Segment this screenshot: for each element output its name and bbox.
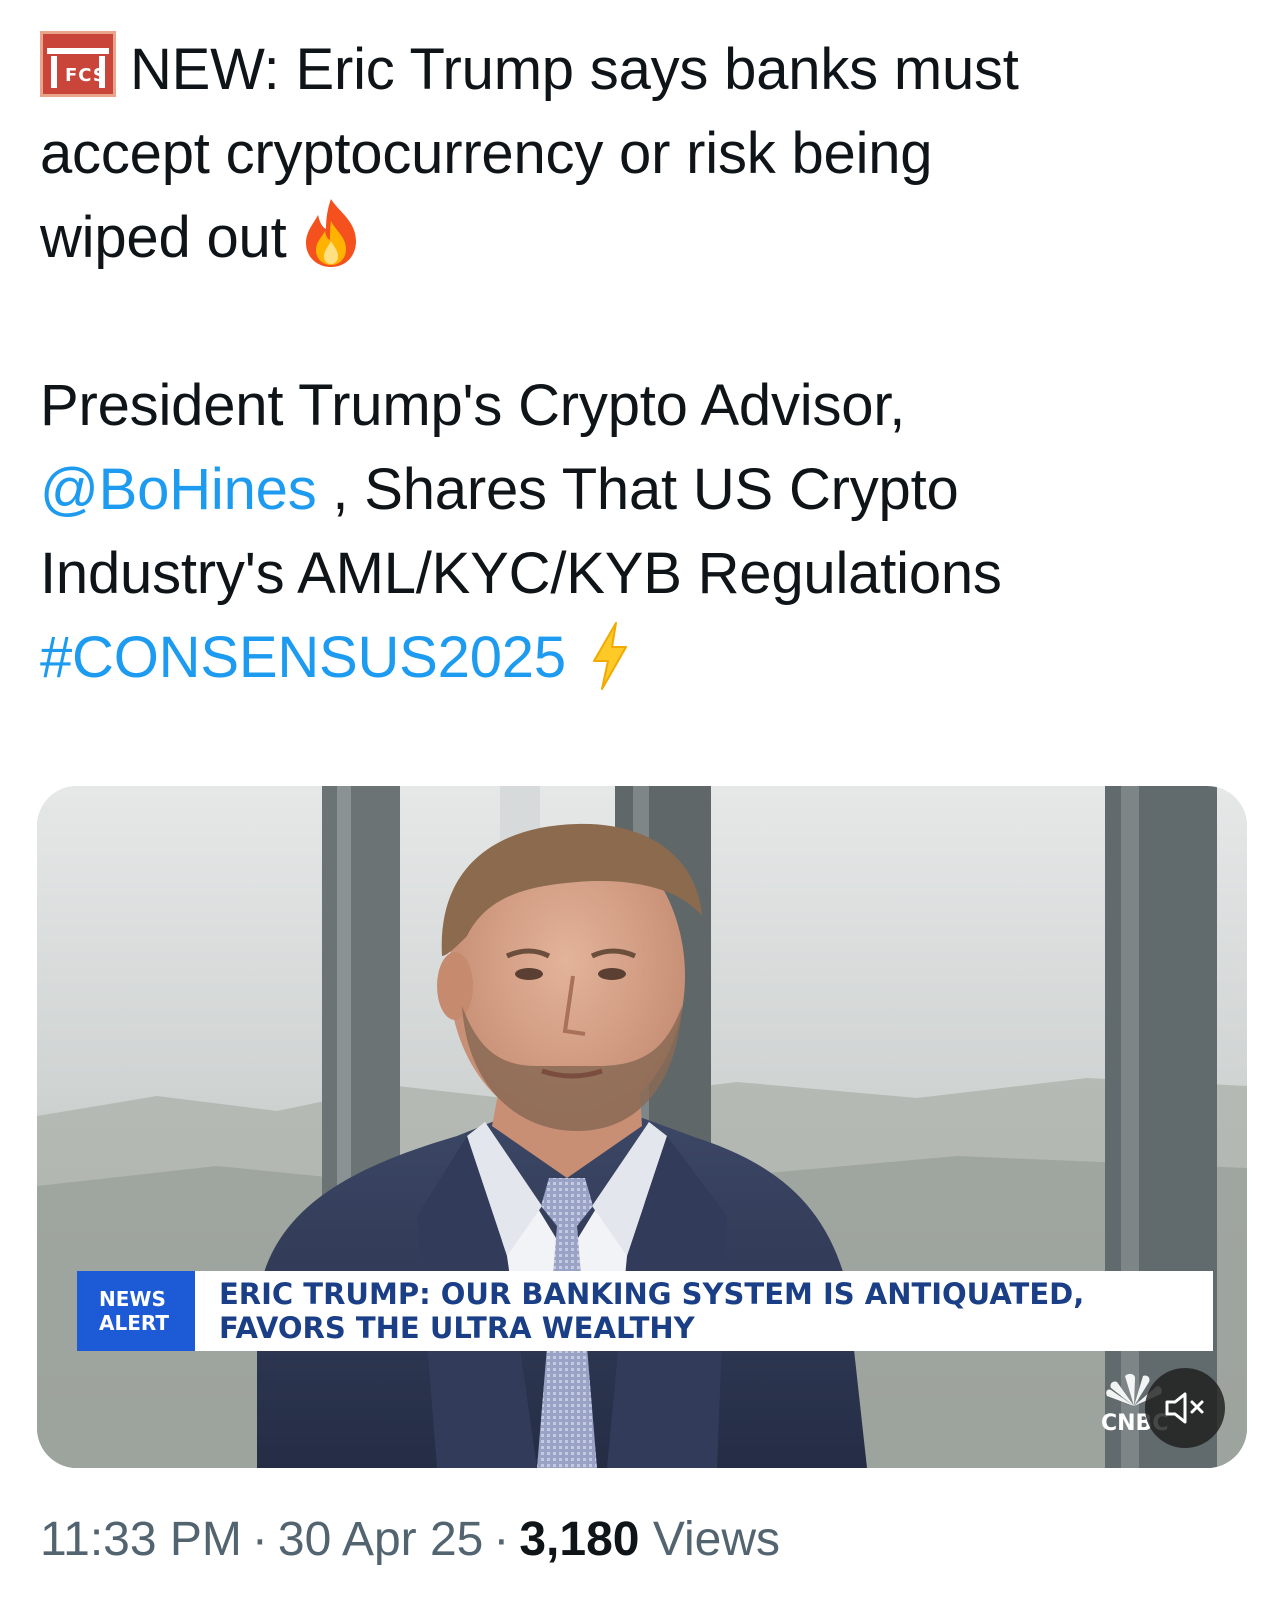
news-headline: ERIC TRUMP: OUR BANKING SYSTEM IS ANTIQU…	[195, 1271, 1213, 1351]
tweet-date[interactable]: 30 Apr 25	[278, 1513, 484, 1566]
mention-link[interactable]: @BoHines	[40, 457, 317, 522]
hashtag-link[interactable]: #CONSENSUS2025	[40, 625, 566, 690]
fire-emoji-icon	[306, 199, 357, 267]
news-lower-third: NEWS ALERT ERIC TRUMP: OUR BANKING SYSTE…	[77, 1271, 1213, 1351]
meta-separator-2: ·	[493, 1513, 510, 1566]
headline-line-1: ERIC TRUMP: OUR BANKING SYSTEM IS ANTIQU…	[219, 1277, 1085, 1311]
tweet-line-2: accept cryptocurrency or risk being	[40, 121, 933, 186]
tweet-text: FCS NEW: Eric Trump says banks must acce…	[40, 28, 1240, 700]
headline-line-2: FAVORS THE ULTRA WEALTHY	[219, 1311, 695, 1345]
views-count[interactable]: 3,180	[519, 1513, 639, 1566]
news-alert-badge: NEWS ALERT	[77, 1271, 195, 1351]
news-alert-line-1: NEWS	[99, 1287, 166, 1311]
views-label: Views	[652, 1513, 780, 1566]
speaker-muted-icon	[1165, 1392, 1204, 1424]
tweet-line-3: wiped out	[40, 205, 287, 270]
flag-badge-icon: FCS	[40, 31, 116, 97]
tweet-line-6: Industry's AML/KYC/KYB Regulations	[40, 541, 1002, 606]
lightning-emoji-icon	[592, 622, 627, 690]
tweet-line-4: President Trump's Crypto Advisor,	[40, 373, 906, 438]
tweet-time[interactable]: 11:33 PM	[40, 1513, 242, 1566]
video-player[interactable]: NEWS ALERT ERIC TRUMP: OUR BANKING SYSTE…	[37, 786, 1247, 1468]
video-frame	[37, 786, 1247, 1468]
tweet-line-1: NEW: Eric Trump says banks must	[130, 37, 1019, 102]
news-alert-line-2: ALERT	[99, 1311, 170, 1335]
tweet-meta: 11:33 PM · 30 Apr 25 · 3,180 Views	[40, 1510, 780, 1570]
meta-separator: ·	[251, 1513, 268, 1566]
mute-button[interactable]	[1145, 1368, 1225, 1448]
tweet-line-5: , Shares That US Crypto	[316, 457, 959, 522]
